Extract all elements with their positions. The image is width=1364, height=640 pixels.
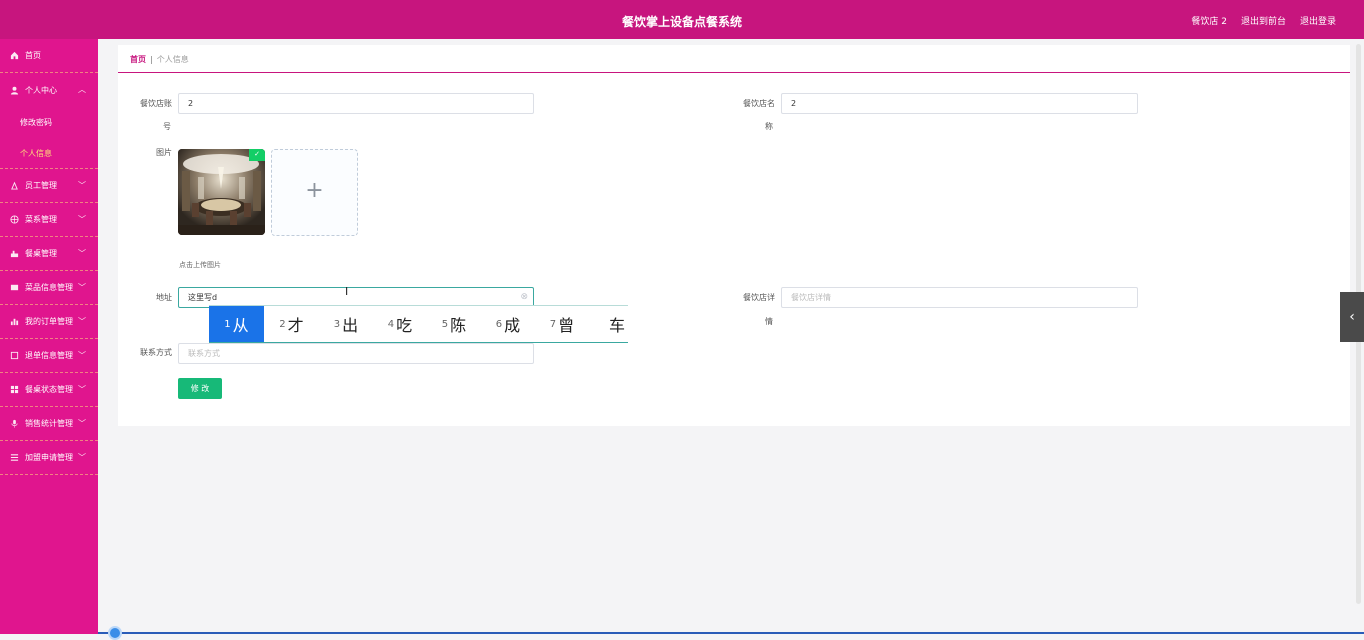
home-icon — [10, 51, 19, 60]
ime-candidate[interactable]: 2才 — [264, 306, 319, 342]
store-detail-input[interactable]: 餐饮店详情 — [781, 287, 1138, 308]
mic-icon — [10, 419, 19, 428]
sidebar-item-label: 我的订单管理 — [25, 317, 73, 326]
account-label-wrap: 号 — [163, 122, 171, 131]
globe-icon — [10, 215, 19, 224]
text-cursor-icon: I — [345, 285, 349, 298]
chart-icon — [10, 317, 19, 326]
breadcrumb-separator: | — [150, 55, 153, 64]
sidebar-item-label: 首页 — [25, 51, 41, 60]
sidebar-item-label: 员工管理 — [25, 181, 57, 190]
ime-candidate[interactable]: 4吃 — [373, 306, 427, 342]
store-detail-label: 餐饮店详 — [743, 293, 775, 302]
chevron-down-icon: ﹀ — [78, 283, 86, 292]
chevron-left-icon: ‹ — [1349, 309, 1355, 325]
store-name-label-wrap: 称 — [765, 122, 773, 131]
sidebar-sub-personal-info[interactable]: 个人信息 — [0, 138, 98, 169]
sidebar-item-label: 餐桌管理 — [25, 249, 57, 258]
contact-label: 联系方式 — [140, 348, 172, 357]
sidebar-item-tables[interactable]: 餐桌管理 ﹀ — [0, 237, 98, 271]
chevron-down-icon: ﹀ — [78, 419, 86, 428]
floating-bubble-icon[interactable] — [108, 626, 122, 640]
sidebar-item-home[interactable]: 首页 — [0, 39, 98, 73]
chevron-down-icon: ﹀ — [78, 453, 86, 462]
sidebar-item-my-orders[interactable]: 我的订单管理 ﹀ — [0, 305, 98, 339]
sidebar-sub-change-password[interactable]: 修改密码 — [0, 107, 98, 138]
breadcrumb: 首页 | 个人信息 — [130, 54, 189, 65]
uploaded-image[interactable]: ✓ — [178, 149, 265, 235]
chevron-up-icon: ︿ — [78, 85, 86, 94]
sidebar-item-personal-center[interactable]: 个人中心 ︿ — [0, 73, 98, 107]
store-name-label: 餐饮店名 — [743, 99, 775, 108]
side-collapse-tab[interactable]: ‹ — [1340, 292, 1364, 342]
top-header-bar: 餐饮掌上设备点餐系统 餐饮店 2 退出到前台 退出登录 — [0, 0, 1364, 39]
ime-candidate-bar: 1从 2才 3出 4吃 5陈 6成 7曾 车 此 t — [209, 305, 628, 343]
list-icon — [10, 453, 19, 462]
ime-candidate[interactable]: 车 — [589, 306, 628, 342]
sidebar-item-staff[interactable]: 员工管理 ﹀ — [0, 169, 98, 203]
account-input[interactable]: 2 — [178, 93, 534, 114]
table-icon — [10, 249, 19, 258]
submit-button[interactable]: 修 改 — [178, 378, 222, 399]
sidebar-item-refunds[interactable]: 退单信息管理 ﹀ — [0, 339, 98, 373]
sidebar-item-label: 菜品信息管理 — [25, 283, 73, 292]
ime-candidate[interactable]: 3出 — [319, 306, 373, 342]
account-label: 餐饮店账 — [140, 99, 172, 108]
sidebar-item-sales-stats[interactable]: 销售统计管理 ﹀ — [0, 407, 98, 441]
upload-hint: 点击上传图片 — [179, 261, 221, 269]
store-detail-label-wrap: 情 — [765, 317, 773, 326]
app-title: 餐饮掌上设备点餐系统 — [621, 15, 742, 29]
sidebar-item-label: 退单信息管理 — [25, 351, 73, 360]
ime-candidate[interactable]: 6成 — [481, 306, 535, 342]
ime-candidate[interactable]: 1从 — [209, 306, 264, 342]
user-name: 餐饮店 2 — [1191, 17, 1227, 27]
refund-icon — [10, 351, 19, 360]
breadcrumb-home[interactable]: 首页 — [130, 55, 146, 64]
sidebar-item-cuisine[interactable]: 菜系管理 ﹀ — [0, 203, 98, 237]
staff-icon — [10, 181, 19, 190]
back-to-front-link[interactable]: 退出到前台 — [1241, 14, 1286, 27]
dish-icon — [10, 283, 19, 292]
chevron-down-icon: ﹀ — [78, 385, 86, 394]
form-card: 首页 | 个人信息 餐饮店账 号 2 餐饮店名 称 2 图片 ✓ + 点击上传图… — [118, 45, 1350, 426]
sidebar-item-franchise[interactable]: 加盟申请管理 ﹀ — [0, 441, 98, 475]
sidebar: 首页 个人中心 ︿ 修改密码 个人信息 员工管理 ﹀ 菜系管理 ﹀ 餐桌管理 ﹀… — [0, 39, 98, 634]
upload-add-button[interactable]: + — [271, 149, 358, 236]
chevron-down-icon: ﹀ — [78, 317, 86, 326]
chevron-down-icon: ﹀ — [78, 249, 86, 258]
store-name-input[interactable]: 2 — [781, 93, 1138, 114]
address-label: 地址 — [156, 293, 172, 302]
chevron-down-icon: ﹀ — [78, 181, 86, 190]
sidebar-item-label: 加盟申请管理 — [25, 453, 73, 462]
sidebar-item-label: 个人中心 — [25, 85, 57, 95]
chevron-down-icon: ﹀ — [78, 215, 86, 224]
check-icon: ✓ — [249, 149, 265, 161]
sidebar-item-label: 餐桌状态管理 — [25, 385, 73, 394]
contact-input[interactable]: 联系方式 — [178, 343, 534, 364]
ime-candidate[interactable]: 5陈 — [427, 306, 481, 342]
user-icon — [10, 86, 19, 95]
chevron-down-icon: ﹀ — [78, 351, 86, 360]
breadcrumb-current: 个人信息 — [156, 55, 189, 64]
image-label: 图片 — [156, 148, 172, 157]
sidebar-item-table-status[interactable]: 餐桌状态管理 ﹀ — [0, 373, 98, 407]
grid-icon — [10, 385, 19, 394]
ime-candidate[interactable]: 7曾 — [535, 306, 589, 342]
address-value: 这里写d — [188, 293, 218, 302]
logout-link[interactable]: 退出登录 — [1300, 14, 1336, 27]
breadcrumb-divider — [118, 72, 1350, 73]
sidebar-item-label: 销售统计管理 — [25, 419, 73, 428]
sidebar-item-label: 菜系管理 — [25, 215, 57, 224]
restaurant-photo — [178, 149, 265, 235]
sidebar-item-dish-info[interactable]: 菜品信息管理 ﹀ — [0, 271, 98, 305]
